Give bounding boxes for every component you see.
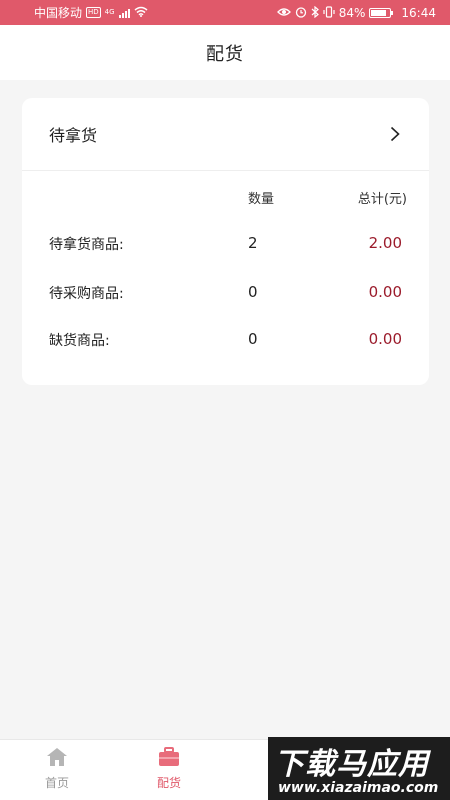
carrier-name: 中国移动	[34, 6, 83, 20]
network-type: 4G	[104, 8, 115, 16]
status-left: 中国移动 HD 4G	[34, 4, 148, 21]
summary-table-header: 数量 总计(元)	[22, 188, 429, 208]
pickup-card-header[interactable]: 待拿货	[22, 98, 429, 171]
row-total: 2.00	[368, 234, 402, 252]
wifi-icon	[134, 6, 148, 19]
watermark-title: 下载马应用	[274, 747, 429, 782]
row-qty: 0	[248, 330, 258, 348]
row-total: 0.00	[368, 330, 402, 348]
clock-time: 16:44	[401, 5, 436, 20]
vibrate-icon	[323, 5, 335, 20]
summary-row-pending-pickup: 待拿货商品: 2 2.00	[22, 234, 429, 258]
summary-row-pending-purchase: 待采购商品: 0 0.00	[22, 283, 429, 307]
app-header: 配货	[0, 25, 450, 80]
status-right: 84% 16:44	[276, 5, 436, 20]
tab-distribution[interactable]: 配货	[139, 746, 199, 791]
row-label: 待采购商品:	[49, 286, 124, 302]
pickup-summary-card: 待拿货 数量 总计(元) 待拿货商品: 2 2.00 待采购商品: 0 0.00…	[22, 98, 429, 385]
column-header-total: 总计(元)	[357, 192, 407, 207]
hd-badge: HD	[86, 7, 101, 18]
tab-home-label: 首页	[44, 776, 69, 790]
alarm-icon	[295, 6, 307, 20]
summary-row-out-of-stock: 缺货商品: 0 0.00	[22, 330, 429, 354]
tab-distribution-label: 配货	[156, 776, 181, 790]
watermark-logo: 下载马应用 www.xiazaimao.com	[268, 737, 450, 800]
row-label: 待拿货商品:	[49, 237, 124, 253]
row-label: 缺货商品:	[49, 333, 110, 349]
page-title: 配货	[206, 43, 244, 65]
eye-icon	[276, 7, 291, 19]
chevron-right-icon[interactable]	[387, 126, 403, 142]
column-header-qty: 数量	[248, 192, 275, 207]
pickup-card-title: 待拿货	[49, 126, 98, 145]
bluetooth-icon	[311, 5, 319, 20]
row-total: 0.00	[368, 283, 402, 301]
battery-fill	[371, 9, 387, 16]
battery-percent: 84%	[338, 5, 366, 20]
home-icon	[47, 748, 67, 766]
signal-icon	[118, 8, 130, 18]
status-bar: 中国移动 HD 4G 84% 16:44	[0, 0, 450, 25]
battery-icon	[369, 7, 394, 18]
watermark-url: www.xiazaimao.com	[278, 780, 439, 796]
row-qty: 2	[248, 234, 258, 252]
tab-home[interactable]: 首页	[27, 746, 87, 791]
row-qty: 0	[248, 283, 258, 301]
briefcase-icon	[159, 747, 179, 766]
